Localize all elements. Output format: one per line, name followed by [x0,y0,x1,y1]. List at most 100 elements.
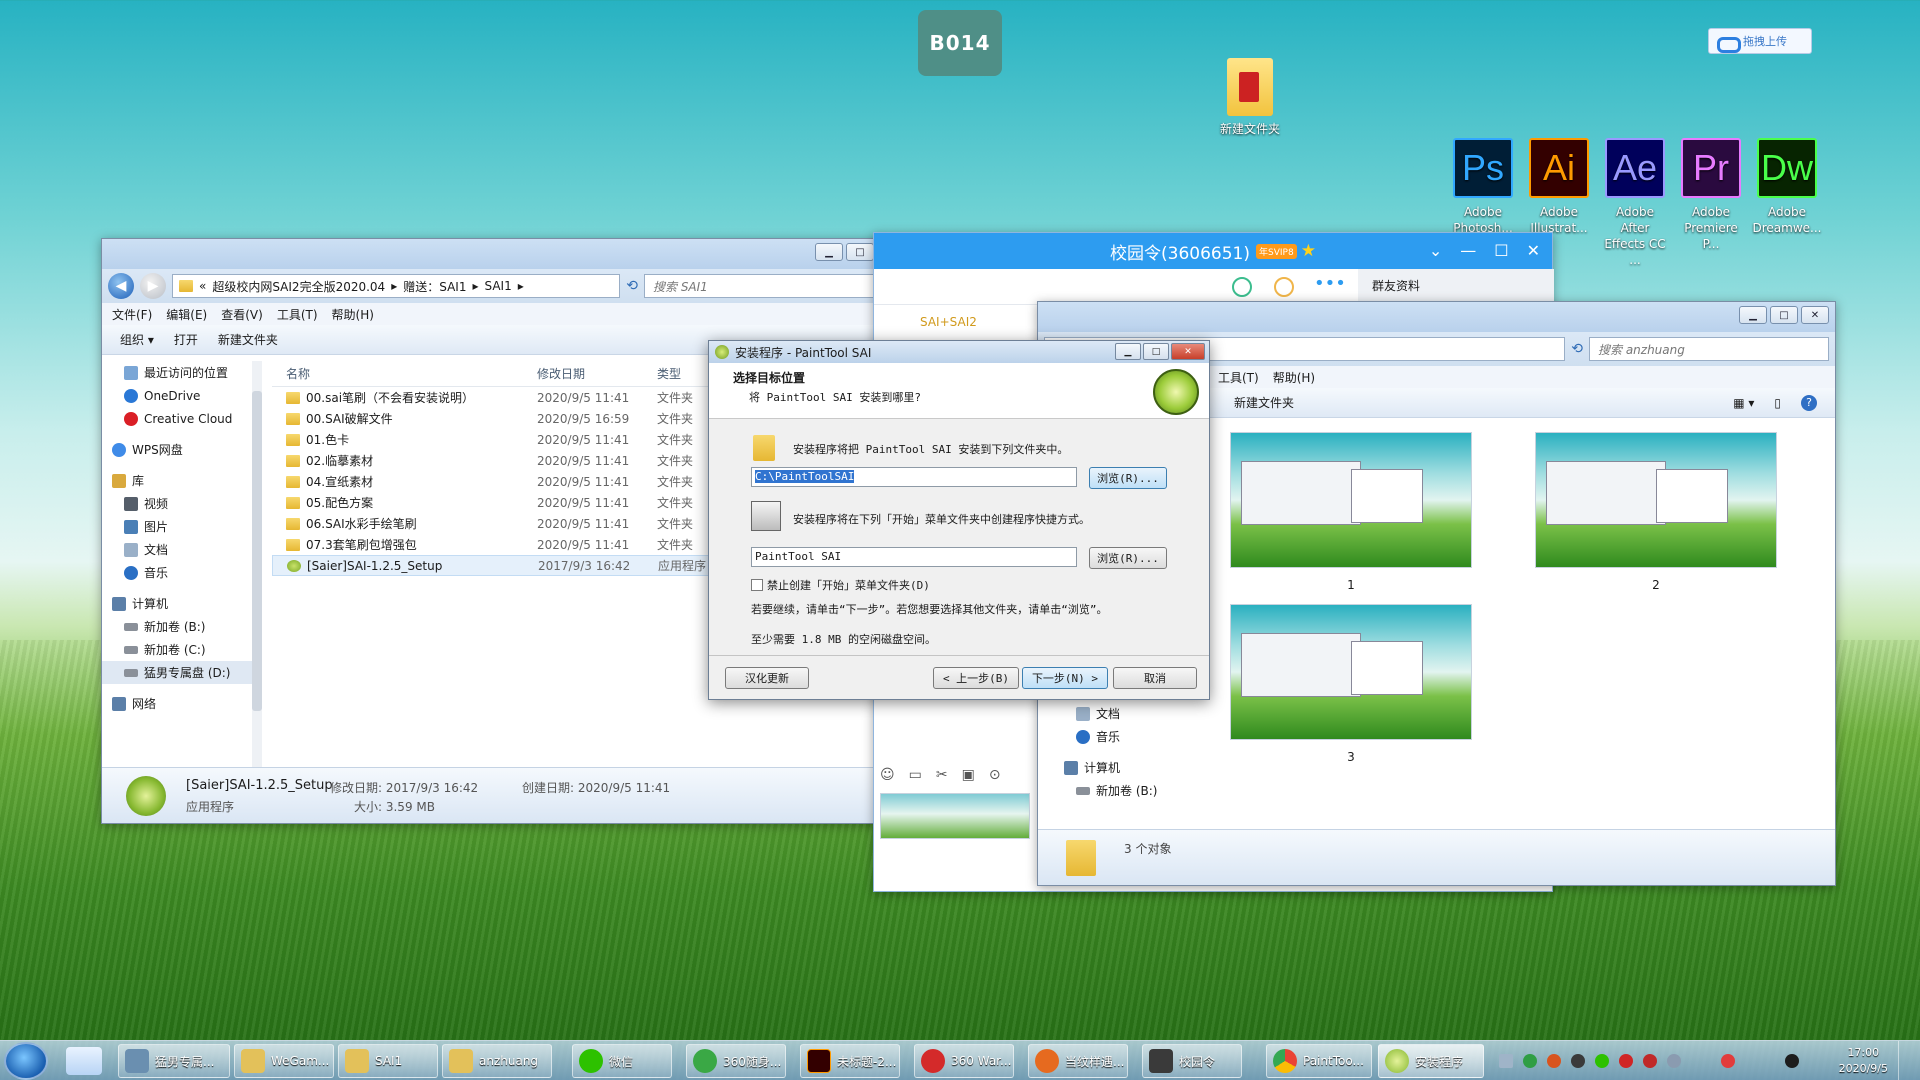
explorer-titlebar[interactable]: ▁ □ ✕ [1038,302,1835,332]
volume-muted-icon[interactable] [1642,1054,1657,1068]
screenshot-preview[interactable] [880,793,1030,839]
app-tray-icon[interactable] [1570,1054,1585,1068]
search-input[interactable]: 搜索 anzhuang [1589,337,1829,361]
thumbnail-2[interactable] [1535,432,1777,568]
power-icon[interactable] [1666,1054,1681,1068]
nav-item-documents[interactable]: 文档 [1038,702,1188,725]
nav-item-drive-b[interactable]: 新加卷 (B:) [102,615,261,638]
chevron-right-icon[interactable]: ▸ [472,279,478,293]
menu-tools[interactable]: 工具(T) [277,306,318,323]
minimize-icon[interactable]: ▁ [1739,306,1767,324]
preview-pane-icon[interactable]: ▯ [1774,396,1781,410]
refresh-icon[interactable]: ⟲ [1571,341,1583,357]
clock[interactable]: 17:00 2020/9/5 [1839,1045,1888,1077]
maximize-icon[interactable]: □ [1143,343,1169,360]
taskbar-item-firefox[interactable]: 当纹样遇... [1028,1044,1128,1078]
nav-item-computer[interactable]: 计算机 [1038,756,1188,779]
new-folder-button[interactable]: 新建文件夹 [218,331,278,348]
taskbar-item-xiaoyuanling[interactable]: 校园令 [1142,1044,1242,1078]
path-box[interactable]: « 超级校内网SAI2完全版2020.04 ▸ 赠送：SAI1 ▸ SAI1 ▸ [172,274,621,298]
nav-item-pictures[interactable]: 图片 [102,515,261,538]
close-icon[interactable]: ✕ [1171,343,1205,360]
group-info-tab[interactable]: 群友资料 [1358,269,1554,305]
upload-widget[interactable]: 拖拽上传 [1708,28,1812,54]
menu-help[interactable]: 帮助(H) [332,306,374,323]
nav-item-wps[interactable]: WPS网盘 [102,438,261,461]
organize-button[interactable]: 组织 ▾ [120,331,154,348]
localization-update-button[interactable]: 汉化更新 [725,667,809,689]
show-desktop-button[interactable] [1898,1041,1910,1080]
new-folder-button[interactable]: 新建文件夹 [1234,394,1294,411]
cancel-button[interactable]: 取消 [1113,667,1197,689]
scissors-icon[interactable]: ✂ [936,767,948,783]
qq-titlebar[interactable]: 校园令(3606651) 年SVIP8 ★ ⌄ — ☐ ✕ [874,233,1552,269]
antivirus-icon[interactable] [1546,1054,1561,1068]
nav-scrollbar[interactable] [252,361,262,769]
more-icon[interactable]: ••• [1314,273,1346,294]
emoji-icon[interactable]: ☺ [880,767,895,783]
nav-item-drive-c[interactable]: 新加卷 (C:) [102,638,261,661]
desktop-badge[interactable]: B014 [918,10,1002,76]
nav-item-recent[interactable]: 最近访问的位置 [102,361,261,384]
browse-start-menu-button[interactable]: 浏览(R)... [1089,547,1167,569]
start-button[interactable] [4,1042,48,1080]
gif-icon[interactable]: ▭ [909,767,922,783]
forward-arrow-icon[interactable]: ▶ [140,273,166,299]
taskbar-item-wegame[interactable]: WeGam... [234,1044,334,1078]
nav-item-drive-d[interactable]: 猛男专属盘 (D:) [102,661,261,684]
help-icon[interactable]: ? [1801,394,1817,411]
maximize-icon[interactable]: □ [1770,306,1798,324]
baidu-cloud-icon[interactable] [66,1047,102,1075]
network-icon[interactable] [1618,1054,1633,1068]
nav-item-documents[interactable]: 文档 [102,538,261,561]
wechat-icon[interactable] [1594,1054,1609,1068]
column-name[interactable]: 名称 [272,365,537,382]
app-premiere[interactable]: Pr Adobe Premiere P... [1676,138,1746,268]
maximize-icon[interactable]: ☐ [1494,241,1508,260]
keyboard-icon[interactable] [1498,1054,1513,1068]
taskbar-item-sai1[interactable]: SAI1 [338,1044,438,1078]
close-icon[interactable]: ✕ [1801,306,1829,324]
nav-item-computer[interactable]: 计算机 [102,592,261,615]
nav-item-network[interactable]: 网络 [102,692,261,715]
column-type[interactable]: 类型 [657,365,681,382]
qq-penguin-icon[interactable] [1784,1054,1799,1068]
checkbox-icon[interactable] [751,579,763,591]
menu-help[interactable]: 帮助(H) [1273,369,1315,386]
menu-edit[interactable]: 编辑(E) [166,306,207,323]
breadcrumb-overflow[interactable]: « [199,279,206,293]
browse-install-button[interactable]: 浏览(R)... [1089,467,1167,489]
back-arrow-icon[interactable]: ◀ [108,273,134,299]
menu-tools[interactable]: 工具(T) [1218,369,1259,386]
image-icon[interactable]: ▣ [962,767,975,783]
taskbar-item-setup[interactable]: 安装程序 [1378,1044,1484,1078]
thumbnail-3[interactable] [1230,604,1472,740]
disable-start-menu-checkbox[interactable]: 禁止创建「开始」菜单文件夹(D) [751,577,930,593]
taskbar-item-wechat[interactable]: 微信 [572,1044,672,1078]
taskbar-item-chrome[interactable]: PaintToo... [1266,1044,1372,1078]
chevron-right-icon[interactable]: ▸ [518,279,524,293]
nav-item-creative-cloud[interactable]: Creative Cloud [102,407,261,430]
setup-titlebar[interactable]: 安装程序 - PaintTool SAI ▁ □ ✕ [709,341,1209,363]
start-menu-folder-input[interactable]: PaintTool SAI [751,547,1077,567]
back-button[interactable]: < 上一步(B) [933,667,1019,689]
chevron-right-icon[interactable]: ▸ [391,279,397,293]
nav-item-onedrive[interactable]: OneDrive [102,384,261,407]
minimize-icon[interactable]: ▁ [815,243,843,261]
members-icon[interactable] [1232,277,1252,297]
nav-item-videos[interactable]: 视频 [102,492,261,515]
nav-item-music[interactable]: 音乐 [102,561,261,584]
minimize-icon[interactable]: — [1460,241,1476,260]
nav-item-music[interactable]: 音乐 [1038,725,1188,748]
nav-item-drive-b[interactable]: 新加卷 (B:) [1038,779,1188,802]
stop-icon[interactable] [1720,1054,1735,1068]
open-button[interactable]: 打开 [174,331,198,348]
desktop-new-folder[interactable]: 新建文件夹 [1210,58,1290,137]
contacts-icon[interactable] [1274,277,1294,297]
nav-item-libraries[interactable]: 库 [102,469,261,492]
breadcrumb-item[interactable]: SAI1 [485,279,512,293]
next-button[interactable]: 下一步(N) > [1022,667,1108,689]
app-dreamweaver[interactable]: Dw Adobe Dreamwe... [1752,138,1822,268]
breadcrumb-item[interactable]: 超级校内网SAI2完全版2020.04 [212,278,385,295]
install-path-input[interactable]: C:\PaintToolSAI [751,467,1077,487]
